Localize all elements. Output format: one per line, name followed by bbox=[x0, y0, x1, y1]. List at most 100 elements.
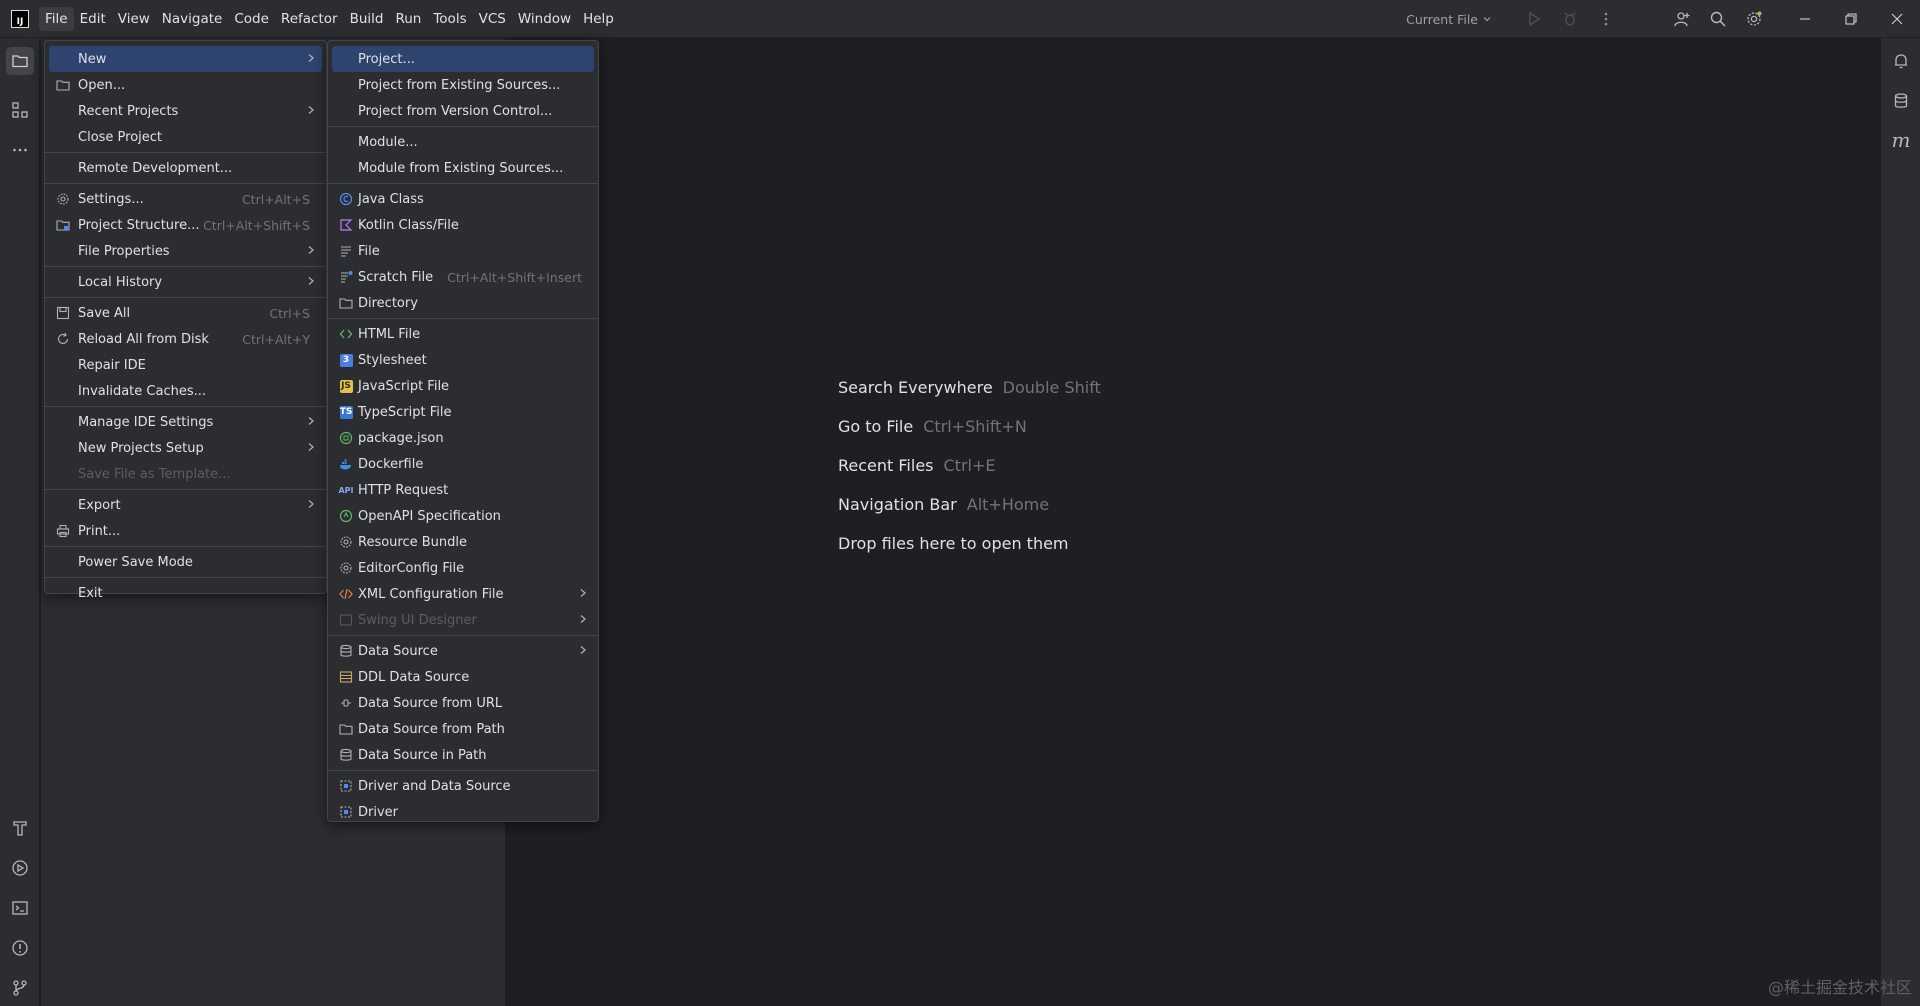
chevron-right-icon bbox=[578, 588, 588, 601]
new-menu-item-html-file[interactable]: HTML File bbox=[332, 321, 594, 347]
menu-run[interactable]: Run bbox=[389, 7, 427, 31]
run-configuration-selector[interactable]: Current File bbox=[1406, 12, 1492, 27]
new-menu-item-kotlin-class-file[interactable]: Kotlin Class/File bbox=[332, 212, 594, 238]
menu-file[interactable]: File bbox=[39, 6, 74, 31]
services-run-icon[interactable] bbox=[6, 854, 34, 882]
new-menu-item-module-from-existing-sources[interactable]: Module from Existing Sources... bbox=[332, 155, 594, 181]
file-menu-item-manage-ide-settings[interactable]: Manage IDE Settings bbox=[49, 409, 322, 435]
new-menu-item-data-source[interactable]: Data Source bbox=[332, 638, 594, 664]
app-logo-icon[interactable]: IJ bbox=[11, 9, 29, 28]
file-menu-item-open[interactable]: Open... bbox=[49, 72, 322, 98]
menu-help[interactable]: Help bbox=[577, 7, 620, 31]
new-menu-item-directory[interactable]: Directory bbox=[332, 290, 594, 316]
new-menu-item-stylesheet[interactable]: 3 Stylesheet bbox=[332, 347, 594, 373]
search-icon[interactable] bbox=[1700, 0, 1736, 38]
menu-item-label: Manage IDE Settings bbox=[78, 414, 214, 430]
new-menu-item-driver-and-data-source[interactable]: Driver and Data Source bbox=[332, 773, 594, 799]
new-menu-item-data-source-from-path[interactable]: Data Source from Path bbox=[332, 716, 594, 742]
more-actions-icon[interactable] bbox=[1588, 0, 1624, 38]
new-menu-item-ddl-data-source[interactable]: DDL Data Source bbox=[332, 664, 594, 690]
menu-item-shortcut: Ctrl+Alt+Shift+S bbox=[203, 217, 310, 233]
file-menu-item-new[interactable]: New bbox=[49, 46, 322, 72]
new-menu-item-project-from-existing-sources[interactable]: Project from Existing Sources... bbox=[332, 72, 594, 98]
file-menu-item-repair-ide[interactable]: Repair IDE bbox=[49, 352, 322, 378]
menu-code[interactable]: Code bbox=[228, 7, 275, 31]
menu-view[interactable]: View bbox=[112, 7, 156, 31]
new-menu-item-data-source-in-path[interactable]: Data Source in Path bbox=[332, 742, 594, 768]
file-menu-item-print[interactable]: Print... bbox=[49, 518, 322, 544]
new-menu-item-file[interactable]: File bbox=[332, 238, 594, 264]
menu-item-label: File Properties bbox=[78, 243, 170, 259]
menu-item-label: Driver bbox=[358, 804, 399, 820]
menu-item-label: Remote Development... bbox=[78, 160, 233, 176]
file-menu-item-file-properties[interactable]: File Properties bbox=[49, 238, 322, 264]
file-menu-item-invalidate-caches[interactable]: Invalidate Caches... bbox=[49, 378, 322, 404]
new-menu-item-resource-bundle[interactable]: Resource Bundle bbox=[332, 529, 594, 555]
settings-gear-icon[interactable] bbox=[1736, 0, 1772, 38]
project-view-icon[interactable] bbox=[6, 47, 34, 75]
notifications-bell-icon[interactable] bbox=[1887, 47, 1915, 75]
new-menu-item-javascript-file[interactable]: JS JavaScript File bbox=[332, 373, 594, 399]
new-menu-item-typescript-file[interactable]: TS TypeScript File bbox=[332, 399, 594, 425]
file-menu-item-save-all[interactable]: Save All Ctrl+S bbox=[49, 300, 322, 326]
debug-icon[interactable] bbox=[1552, 0, 1588, 38]
database-icon[interactable] bbox=[1887, 87, 1915, 115]
menu-item-label: Java Class bbox=[358, 191, 424, 207]
menu-tools[interactable]: Tools bbox=[427, 7, 472, 31]
menu-separator bbox=[45, 546, 326, 547]
new-menu-item-editorconfig-file[interactable]: EditorConfig File bbox=[332, 555, 594, 581]
terminal-icon[interactable] bbox=[6, 894, 34, 922]
scratch-file-icon bbox=[338, 269, 354, 285]
menu-item-label: Dockerfile bbox=[358, 456, 424, 472]
new-menu-item-xml-configuration-file[interactable]: XML Configuration File bbox=[332, 581, 594, 607]
menu-item-label: Power Save Mode bbox=[78, 554, 193, 570]
database-icon bbox=[338, 643, 354, 659]
run-icon[interactable] bbox=[1516, 0, 1552, 38]
editor-hint: Recent Files Ctrl+E bbox=[838, 446, 1101, 485]
close-window-button[interactable] bbox=[1874, 0, 1920, 38]
maven-icon[interactable]: m bbox=[1887, 126, 1915, 154]
new-menu-item-data-source-from-url[interactable]: Data Source from URL bbox=[332, 690, 594, 716]
problems-icon[interactable] bbox=[6, 934, 34, 962]
file-menu-item-power-save-mode[interactable]: Power Save Mode bbox=[49, 549, 322, 575]
file-menu-item-settings[interactable]: Settings... Ctrl+Alt+S bbox=[49, 186, 322, 212]
new-menu-item-package-json[interactable]: package.json bbox=[332, 425, 594, 451]
menu-item-label: DDL Data Source bbox=[358, 669, 470, 685]
file-menu-item-remote-development[interactable]: Remote Development... bbox=[49, 155, 322, 181]
new-menu-item-module[interactable]: Module... bbox=[332, 129, 594, 155]
new-menu-item-dockerfile[interactable]: Dockerfile bbox=[332, 451, 594, 477]
java-class-icon bbox=[338, 191, 354, 207]
docker-icon bbox=[338, 456, 354, 472]
file-menu-item-project-structure[interactable]: Project Structure... Ctrl+Alt+Shift+S bbox=[49, 212, 322, 238]
menu-window[interactable]: Window bbox=[512, 7, 577, 31]
file-menu-item-close-project[interactable]: Close Project bbox=[49, 124, 322, 150]
new-menu-item-java-class[interactable]: Java Class bbox=[332, 186, 594, 212]
new-menu-item-project-from-version-control[interactable]: Project from Version Control... bbox=[332, 98, 594, 124]
git-branch-icon[interactable] bbox=[6, 974, 34, 1002]
new-menu-item-scratch-file[interactable]: Scratch File Ctrl+Alt+Shift+Insert bbox=[332, 264, 594, 290]
menu-item-label: TypeScript File bbox=[358, 404, 452, 420]
menu-item-label: Open... bbox=[78, 77, 126, 93]
add-user-icon[interactable] bbox=[1664, 0, 1700, 38]
file-menu-item-reload-all-from-disk[interactable]: Reload All from Disk Ctrl+Alt+Y bbox=[49, 326, 322, 352]
file-menu-item-recent-projects[interactable]: Recent Projects bbox=[49, 98, 322, 124]
menu-build[interactable]: Build bbox=[344, 7, 390, 31]
new-menu-item-driver[interactable]: Driver bbox=[332, 799, 594, 825]
file-menu-item-exit[interactable]: Exit bbox=[49, 580, 322, 606]
new-menu-item-http-request[interactable]: API HTTP Request bbox=[332, 477, 594, 503]
file-menu-item-export[interactable]: Export bbox=[49, 492, 322, 518]
structure-icon[interactable] bbox=[6, 96, 34, 124]
file-menu-item-local-history[interactable]: Local History bbox=[49, 269, 322, 295]
more-tools-icon[interactable] bbox=[6, 136, 34, 164]
menu-edit[interactable]: Edit bbox=[74, 7, 112, 31]
menu-navigate[interactable]: Navigate bbox=[156, 7, 229, 31]
minimize-button[interactable] bbox=[1782, 0, 1828, 38]
build-hammer-icon[interactable] bbox=[6, 814, 34, 842]
menu-vcs[interactable]: VCS bbox=[473, 7, 512, 31]
menu-item-label: Swing UI Designer bbox=[358, 612, 477, 628]
restore-button[interactable] bbox=[1828, 0, 1874, 38]
new-menu-item-openapi-specification[interactable]: OpenAPI Specification bbox=[332, 503, 594, 529]
new-menu-item-project[interactable]: Project... bbox=[332, 46, 594, 72]
menu-refactor[interactable]: Refactor bbox=[275, 7, 344, 31]
file-menu-item-new-projects-setup[interactable]: New Projects Setup bbox=[49, 435, 322, 461]
